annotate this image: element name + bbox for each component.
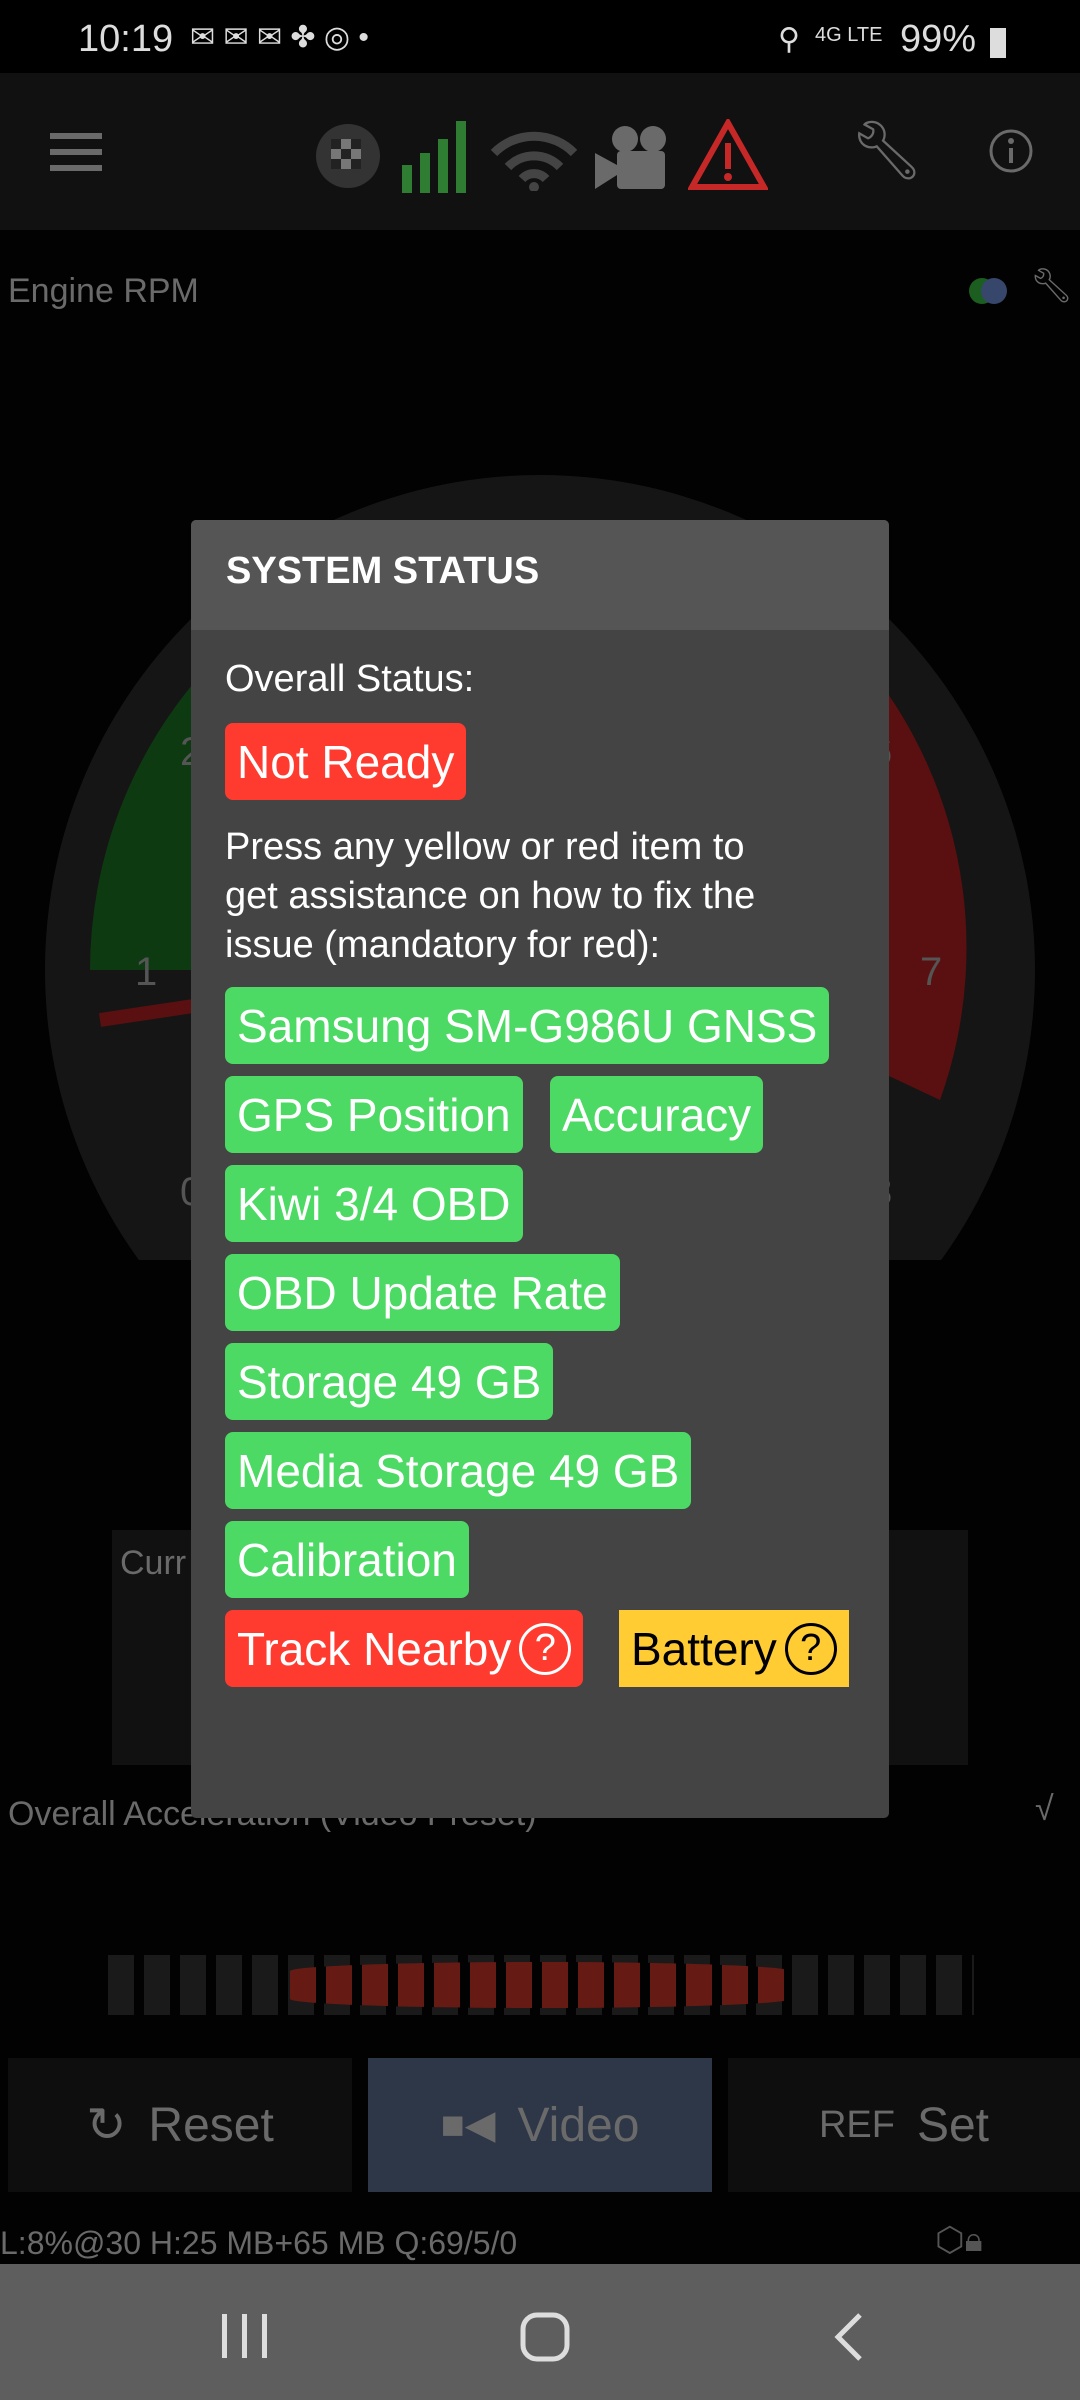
wifi-icon[interactable] bbox=[488, 125, 580, 191]
dialog-title: SYSTEM STATUS bbox=[191, 520, 889, 630]
battery-icon bbox=[990, 28, 1006, 58]
overall-status-label: Overall Status: bbox=[225, 658, 475, 700]
info-icon[interactable] bbox=[988, 128, 1034, 174]
reset-icon: ↻ bbox=[86, 2099, 127, 2152]
status-item-battery[interactable]: Battery? bbox=[619, 1610, 849, 1687]
status-item-calibration[interactable]: Calibration bbox=[225, 1521, 469, 1598]
lock-icon: ⬡🔒︎ bbox=[935, 2221, 983, 2259]
system-status-dialog: SYSTEM STATUS Overall Status: Not Ready … bbox=[191, 520, 889, 1818]
status-bar: 10:19 ✉ ✉ ✉ ✤ ◎ • ⚲ 4G LTE 99% bbox=[0, 0, 1080, 73]
set-label: Set bbox=[916, 2098, 990, 2152]
status-item-obd-rate[interactable]: OBD Update Rate bbox=[225, 1254, 620, 1331]
battery-percent: 99% bbox=[900, 18, 977, 60]
video-icon: ■◀ bbox=[440, 2103, 496, 2147]
warning-icon[interactable] bbox=[688, 119, 768, 191]
notification-icons: ✉ ✉ ✉ ✤ ◎ • bbox=[190, 21, 369, 54]
help-icon: ? bbox=[784, 1622, 837, 1675]
gauge-settings-icon[interactable]: 🔧︎ bbox=[1030, 266, 1073, 306]
toolbar: 🔧︎ bbox=[0, 73, 1080, 230]
menu-icon[interactable] bbox=[50, 133, 106, 173]
network-type: 4G LTE bbox=[815, 24, 883, 46]
video-camera-icon[interactable] bbox=[595, 125, 673, 191]
video-button[interactable]: ■◀ Video bbox=[368, 2058, 712, 2192]
ref-label: REF bbox=[818, 2103, 895, 2146]
reset-button[interactable]: ↻ Reset bbox=[8, 2058, 352, 2192]
location-icon: ⚲ bbox=[778, 23, 800, 56]
reset-label: Reset bbox=[148, 2098, 274, 2152]
recent-apps-icon[interactable] bbox=[220, 2314, 270, 2358]
status-item-gnss[interactable]: Samsung SM-G986U GNSS bbox=[225, 987, 830, 1064]
navigation-bar bbox=[0, 2264, 1080, 2400]
clock: 10:19 bbox=[78, 18, 174, 60]
engine-rpm-title: Engine RPM bbox=[8, 272, 199, 310]
status-item-gps-position[interactable]: GPS Position bbox=[225, 1076, 523, 1153]
status-item-storage[interactable]: Storage 49 GB bbox=[225, 1343, 554, 1420]
overall-status-badge: Not Ready bbox=[225, 723, 467, 800]
status-item-media-storage[interactable]: Media Storage 49 GB bbox=[225, 1432, 692, 1509]
graph-icon[interactable]: √ bbox=[1035, 1790, 1054, 1829]
status-item-track-nearby[interactable]: Track Nearby? bbox=[225, 1610, 584, 1687]
current-label: Curr bbox=[120, 1544, 187, 1582]
footer-stats: L:8%@30 H:25 MB+65 MB Q:69/5/0 bbox=[0, 2225, 518, 2261]
battery-label: Battery bbox=[631, 1622, 777, 1675]
instructions-line: get assistance on how to fix the bbox=[225, 875, 756, 917]
checkered-flag-icon[interactable] bbox=[315, 123, 381, 189]
tick-label: 7 bbox=[920, 950, 942, 994]
video-label: Video bbox=[517, 2098, 640, 2152]
instructions-line: issue (mandatory for red): bbox=[225, 924, 661, 966]
status-item-obd[interactable]: Kiwi 3/4 OBD bbox=[225, 1165, 523, 1242]
back-icon[interactable] bbox=[830, 2312, 866, 2362]
signal-bars-icon[interactable] bbox=[400, 121, 472, 193]
ref-set-button[interactable]: REF Set bbox=[728, 2058, 1080, 2192]
track-nearby-label: Track Nearby bbox=[237, 1622, 512, 1675]
instructions-line: Press any yellow or red item to bbox=[225, 826, 745, 868]
acceleration-fill bbox=[290, 1962, 790, 2008]
wrench-icon[interactable]: 🔧︎ bbox=[850, 117, 924, 185]
help-icon: ? bbox=[519, 1622, 572, 1675]
home-icon[interactable] bbox=[520, 2312, 570, 2362]
status-item-accuracy[interactable]: Accuracy bbox=[550, 1076, 764, 1153]
indicator-dots-icon bbox=[969, 278, 1007, 304]
tick-label: 1 bbox=[135, 950, 157, 994]
